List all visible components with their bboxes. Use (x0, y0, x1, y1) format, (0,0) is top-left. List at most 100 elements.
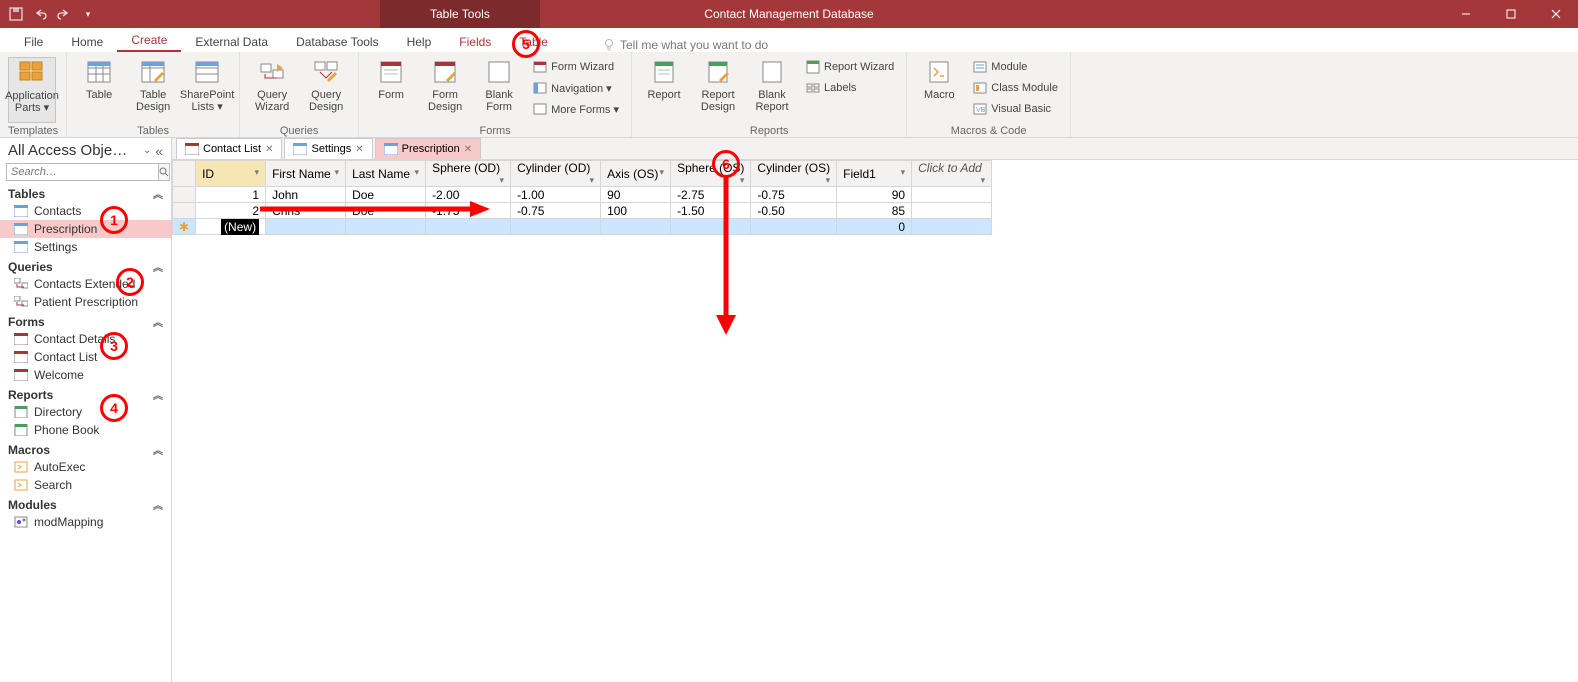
nav-item-phone-book[interactable]: Phone Book (0, 421, 171, 439)
save-icon[interactable] (6, 4, 26, 24)
redo-icon[interactable] (54, 4, 74, 24)
application-parts-button[interactable]: Application Parts ▾ (8, 57, 56, 123)
dropdown-icon[interactable]: ▾ (981, 175, 986, 186)
cell-sph-os[interactable]: -1.50 (671, 203, 751, 219)
col-first-name[interactable]: First Name▾ (266, 161, 346, 187)
row-selector[interactable] (173, 187, 196, 203)
dropdown-icon[interactable]: ▾ (335, 167, 340, 178)
form-button[interactable]: Form (367, 57, 415, 123)
nav-item-search-macro[interactable]: Search (0, 476, 171, 494)
cell-empty[interactable] (912, 203, 992, 219)
nav-group-reports[interactable]: Reports︽ (0, 384, 171, 403)
row-selector[interactable] (173, 203, 196, 219)
new-row-indicator[interactable]: ✱ (173, 219, 196, 235)
undo-icon[interactable] (30, 4, 50, 24)
nav-item-patient-prescription[interactable]: Patient Prescription (0, 293, 171, 311)
dropdown-icon[interactable]: ▾ (901, 167, 906, 178)
cell-empty[interactable] (751, 219, 837, 235)
nav-group-forms[interactable]: Forms︽ (0, 311, 171, 330)
query-wizard-button[interactable]: Query Wizard (248, 57, 296, 123)
cell-field1[interactable]: 0 (837, 219, 912, 235)
cell-cyl-od[interactable]: -1.00 (511, 187, 601, 203)
nav-header[interactable]: All Access Obje… ⌄« (0, 138, 171, 161)
col-sphere-od[interactable]: Sphere (OD)▾ (426, 161, 511, 187)
cell-empty[interactable] (511, 219, 601, 235)
labels-button[interactable]: Labels (802, 78, 898, 98)
more-forms-button[interactable]: More Forms ▾ (529, 99, 623, 119)
table-tools-tab[interactable]: Table Tools (380, 0, 540, 28)
tab-file[interactable]: File (10, 31, 57, 52)
table-button[interactable]: Table (75, 57, 123, 123)
nav-group-modules[interactable]: Modules︽ (0, 494, 171, 513)
cell-new-id[interactable]: (New) (196, 219, 266, 235)
report-design-button[interactable]: Report Design (694, 57, 742, 123)
cell-cyl-os[interactable]: -0.75 (751, 187, 837, 203)
tab-fields[interactable]: Fields (445, 31, 505, 52)
dropdown-icon[interactable]: ▾ (500, 175, 505, 186)
nav-item-directory[interactable]: Directory (0, 403, 171, 421)
nav-group-macros[interactable]: Macros︽ (0, 439, 171, 458)
dropdown-icon[interactable]: ▾ (590, 175, 595, 186)
macro-button[interactable]: Macro (915, 57, 963, 123)
tab-external-data[interactable]: External Data (181, 31, 282, 52)
cell-empty[interactable] (912, 219, 992, 235)
qat-dropdown-icon[interactable]: ▾ (78, 4, 98, 24)
cell-empty[interactable] (426, 219, 511, 235)
col-field1[interactable]: Field1▾ (837, 161, 912, 187)
report-wizard-button[interactable]: Report Wizard (802, 57, 898, 77)
nav-collapse-icon[interactable]: « (155, 143, 163, 159)
col-last-name[interactable]: Last Name▾ (346, 161, 426, 187)
col-cylinder-od[interactable]: Cylinder (OD)▾ (511, 161, 601, 187)
nav-group-tables[interactable]: Tables︽ (0, 183, 171, 202)
cell-cyl-od[interactable]: -0.75 (511, 203, 601, 219)
nav-item-contact-details[interactable]: Contact Details (0, 330, 171, 348)
cell-empty[interactable] (912, 187, 992, 203)
col-axis-os[interactable]: Axis (OS)▾ (601, 161, 671, 187)
doc-tab-prescription[interactable]: Prescription✕ (375, 138, 481, 159)
nav-item-contact-list[interactable]: Contact List (0, 348, 171, 366)
cell-field1[interactable]: 85 (837, 203, 912, 219)
form-design-button[interactable]: Form Design (421, 57, 469, 123)
form-wizard-button[interactable]: Form Wizard (529, 57, 623, 77)
tab-help[interactable]: Help (393, 31, 446, 52)
navigation-button[interactable]: Navigation ▾ (529, 78, 623, 98)
close-icon[interactable]: ✕ (464, 144, 472, 155)
nav-search-button[interactable] (159, 163, 170, 181)
new-row[interactable]: ✱ (New) 0 (173, 219, 992, 235)
dropdown-icon[interactable]: ▾ (740, 175, 745, 186)
nav-search-input[interactable] (6, 163, 159, 181)
sharepoint-lists-button[interactable]: SharePoint Lists ▾ (183, 57, 231, 123)
nav-item-modmapping[interactable]: modMapping (0, 513, 171, 531)
nav-item-contacts[interactable]: Contacts (0, 202, 171, 220)
col-click-to-add[interactable]: Click to Add▾ (912, 161, 992, 187)
select-all-corner[interactable] (173, 161, 196, 187)
nav-dropdown-icon[interactable]: ⌄ (143, 145, 151, 156)
maximize-button[interactable] (1488, 0, 1533, 28)
close-button[interactable] (1533, 0, 1578, 28)
dropdown-icon[interactable]: ▾ (255, 167, 260, 178)
query-design-button[interactable]: Query Design (302, 57, 350, 123)
doc-tab-contact-list[interactable]: Contact List✕ (176, 138, 282, 159)
cell-id[interactable]: 1 (196, 187, 266, 203)
cell-empty[interactable] (346, 219, 426, 235)
cell-empty[interactable] (671, 219, 751, 235)
cell-empty[interactable] (266, 219, 346, 235)
nav-item-prescription[interactable]: Prescription (0, 220, 171, 238)
minimize-button[interactable] (1443, 0, 1488, 28)
nav-item-welcome[interactable]: Welcome (0, 366, 171, 384)
nav-item-autoexec[interactable]: AutoExec (0, 458, 171, 476)
visual-basic-button[interactable]: VBVisual Basic (969, 99, 1062, 119)
col-id[interactable]: ID▾ (196, 161, 266, 187)
cell-axis-os[interactable]: 100 (601, 203, 671, 219)
cell-axis-os[interactable]: 90 (601, 187, 671, 203)
dropdown-icon[interactable]: ▾ (826, 175, 831, 186)
tab-database-tools[interactable]: Database Tools (282, 31, 393, 52)
cell-empty[interactable] (601, 219, 671, 235)
close-icon[interactable]: ✕ (265, 144, 273, 155)
nav-item-contacts-extended[interactable]: Contacts Extended (0, 275, 171, 293)
blank-form-button[interactable]: Blank Form (475, 57, 523, 123)
dropdown-icon[interactable]: ▾ (660, 167, 665, 178)
cell-cyl-os[interactable]: -0.50 (751, 203, 837, 219)
cell-id[interactable]: 2 (196, 203, 266, 219)
datasheet[interactable]: ID▾ First Name▾ Last Name▾ Sphere (OD)▾ … (172, 160, 1578, 682)
